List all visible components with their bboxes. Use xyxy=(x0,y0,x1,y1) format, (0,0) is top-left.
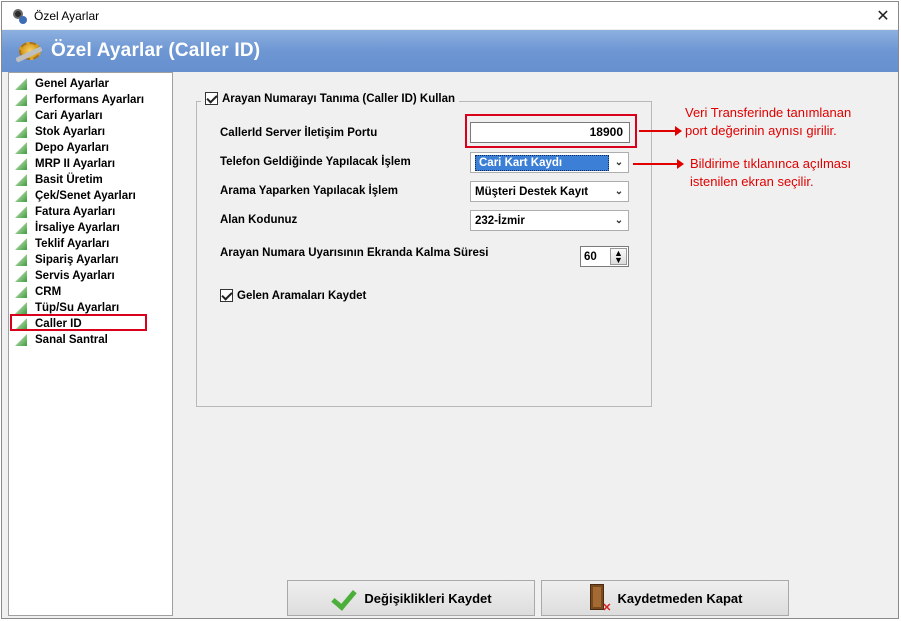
save-changes-button[interactable]: Değişiklikleri Kaydet xyxy=(287,580,535,616)
tree-node-icon xyxy=(15,174,27,186)
header-banner: Özel Ayarlar (Caller ID) xyxy=(2,30,898,72)
annotation-note-port: Veri Transferinde tanımlanan port değeri… xyxy=(685,104,851,140)
sidebar-item-mrp-ii-ayarlar[interactable]: MRP II Ayarları xyxy=(9,156,172,172)
sidebar-item-label: İrsaliye Ayarları xyxy=(35,222,120,234)
annotation-note-screen-line1: Bildirime tıklanınca açılması xyxy=(690,156,852,171)
sidebar-item-crm[interactable]: CRM xyxy=(9,284,172,300)
chevron-down-icon[interactable]: ⌄ xyxy=(610,157,628,168)
green-check-icon xyxy=(330,587,356,609)
checkbox-checked-icon[interactable] xyxy=(220,289,233,302)
sidebar-item-sipari-ayarlar[interactable]: Sipariş Ayarları xyxy=(9,252,172,268)
sidebar-item-teklif-ayarlar[interactable]: Teklif Ayarları xyxy=(9,236,172,252)
save-changes-label: Değişiklikleri Kaydet xyxy=(364,590,492,606)
sidebar-item-label: Depo Ayarları xyxy=(35,142,109,154)
exit-door-icon: ✕ xyxy=(588,584,612,614)
tree-node-icon xyxy=(15,302,27,314)
sidebar-item-i-rsaliye-ayarlar[interactable]: İrsaliye Ayarları xyxy=(9,220,172,236)
notification-duration-label: Arayan Numara Uyarısının Ekranda Kalma S… xyxy=(220,247,489,259)
area-code-label: Alan Kodunuz xyxy=(220,214,298,226)
close-without-saving-button[interactable]: ✕ Kaydetmeden Kapat xyxy=(541,580,789,616)
sidebar-item-ek-senet-ayarlar[interactable]: Çek/Senet Ayarları xyxy=(9,188,172,204)
incoming-call-action-select[interactable]: Cari Kart Kaydı ⌄ xyxy=(470,152,629,173)
sidebar-item-label: Stok Ayarları xyxy=(35,126,106,138)
save-calls-checkbox[interactable]: Gelen Aramaları Kaydet xyxy=(220,289,366,302)
sidebar-item-genel-ayarlar[interactable]: Genel Ayarlar xyxy=(9,76,172,92)
tree-node-icon xyxy=(15,126,27,138)
port-highlight-box xyxy=(465,114,637,148)
incoming-call-action-label: Telefon Geldiğinde Yapılacak İşlem xyxy=(220,156,411,168)
settings-gear-icon xyxy=(15,38,47,64)
outgoing-call-action-select[interactable]: Müşteri Destek Kayıt ⌄ xyxy=(470,181,629,202)
annotation-arrow-icon xyxy=(639,126,682,136)
sidebar-item-label: Cari Ayarları xyxy=(35,110,103,122)
spinner-arrows-icon[interactable]: ▲ ▼ xyxy=(610,248,627,265)
sidebar-item-fatura-ayarlar[interactable]: Fatura Ayarları xyxy=(9,204,172,220)
annotation-note-port-line2: port değerinin aynısı girilir. xyxy=(685,123,837,138)
sidebar-item-sanal-santral[interactable]: Sanal Santral xyxy=(9,332,172,348)
tree-node-icon xyxy=(15,222,27,234)
title-bar: Özel Ayarlar ✕ xyxy=(2,2,898,29)
notification-duration-value: 60 xyxy=(584,250,597,263)
checkbox-checked-icon[interactable] xyxy=(205,92,218,105)
chevron-down-icon[interactable]: ⌄ xyxy=(610,186,628,197)
tree-node-icon xyxy=(15,142,27,154)
sidebar-item-label: MRP II Ayarları xyxy=(35,158,116,170)
header-title: Özel Ayarlar (Caller ID) xyxy=(51,40,261,61)
sidebar-item-label: Performans Ayarları xyxy=(35,94,145,106)
sidebar-item-label: Basit Üretim xyxy=(35,174,103,186)
sidebar-item-label: Çek/Senet Ayarları xyxy=(35,190,136,202)
tree-node-icon xyxy=(15,238,27,250)
caller-id-enable-checkbox[interactable]: Arayan Numarayı Tanıma (Caller ID) Kulla… xyxy=(201,92,460,105)
sidebar-item-label: Servis Ayarları xyxy=(35,270,115,282)
incoming-call-action-value: Cari Kart Kaydı xyxy=(475,154,609,171)
annotation-note-screen-line2: istenilen ekran seçilir. xyxy=(690,174,814,189)
tree-node-icon xyxy=(15,190,27,202)
tree-node-icon xyxy=(15,158,27,170)
tree-node-icon xyxy=(15,286,27,298)
window-title: Özel Ayarlar xyxy=(34,8,100,23)
settings-category-list: Genel Ayarlar Performans Ayarları Cari Aya… xyxy=(8,72,173,616)
save-calls-label: Gelen Aramaları Kaydet xyxy=(237,289,367,302)
sidebar-item-stok-ayarlar[interactable]: Stok Ayarları xyxy=(9,124,172,140)
sidebar-item-label: Sipariş Ayarları xyxy=(35,254,119,266)
tree-node-icon xyxy=(15,270,27,282)
selected-item-highlight xyxy=(10,314,147,331)
sidebar-item-basit-retim[interactable]: Basit Üretim xyxy=(9,172,172,188)
sidebar-item-label: Fatura Ayarları xyxy=(35,206,116,218)
sidebar-item-servis-ayarlar[interactable]: Servis Ayarları xyxy=(9,268,172,284)
tree-node-icon xyxy=(15,78,27,90)
annotation-note-port-line1: Veri Transferinde tanımlanan xyxy=(685,105,852,120)
outgoing-call-action-value: Müşteri Destek Kayıt xyxy=(475,185,589,198)
sidebar-item-depo-ayarlar[interactable]: Depo Ayarları xyxy=(9,140,172,156)
app-logo-icon xyxy=(11,8,27,24)
close-window-button[interactable]: ✕ xyxy=(868,2,898,29)
caller-id-enable-label: Arayan Numarayı Tanıma (Caller ID) Kulla… xyxy=(222,92,456,105)
sidebar-item-label: Genel Ayarlar xyxy=(35,78,109,90)
notification-duration-spinner[interactable]: 60 ▲ ▼ xyxy=(580,246,629,267)
sidebar-item-cari-ayarlar[interactable]: Cari Ayarları xyxy=(9,108,172,124)
sidebar-item-performans-ayarlar[interactable]: Performans Ayarları xyxy=(9,92,172,108)
sidebar-item-label: Tüp/Su Ayarları xyxy=(35,302,120,314)
chevron-down-icon[interactable]: ⌄ xyxy=(610,215,628,226)
tree-node-icon xyxy=(15,254,27,266)
sidebar-item-label: Teklif Ayarları xyxy=(35,238,110,250)
area-code-value: 232-İzmir xyxy=(475,214,525,227)
tree-node-icon xyxy=(15,94,27,106)
sidebar-item-label: CRM xyxy=(35,286,62,298)
tree-node-icon xyxy=(15,110,27,122)
outgoing-call-action-label: Arama Yaparken Yapılacak İşlem xyxy=(220,185,398,197)
tree-node-icon xyxy=(15,334,27,346)
annotation-arrow-icon xyxy=(633,159,684,169)
sidebar-item-label: Sanal Santral xyxy=(35,334,108,346)
close-without-saving-label: Kaydetmeden Kapat xyxy=(617,590,743,606)
area-code-select[interactable]: 232-İzmir ⌄ xyxy=(470,210,629,231)
annotation-note-screen: Bildirime tıklanınca açılması istenilen … xyxy=(690,155,851,191)
port-label: CallerId Server İletişim Portu xyxy=(220,127,378,139)
tree-node-icon xyxy=(15,206,27,218)
